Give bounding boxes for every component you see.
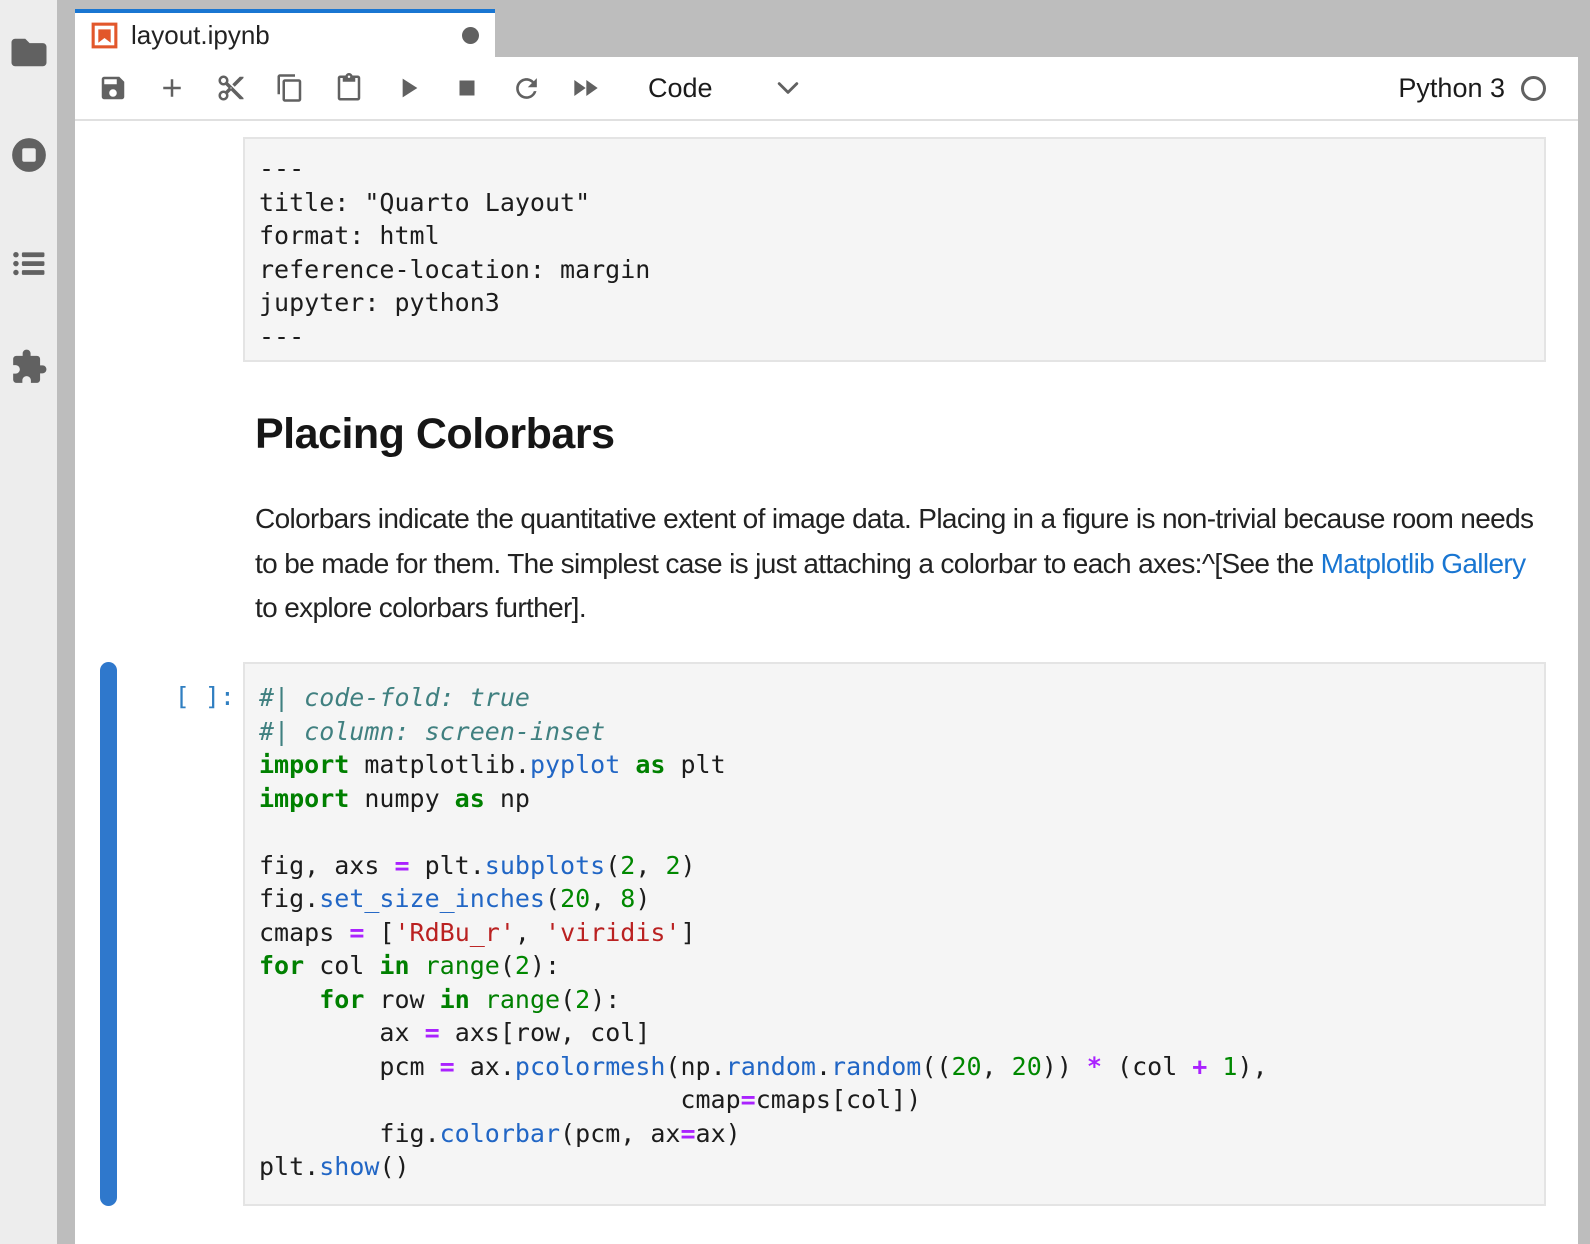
notebook-toolbar: Code Python 3 bbox=[75, 57, 1578, 121]
fast-forward-icon bbox=[569, 72, 601, 104]
cell-type-dropdown[interactable]: Code bbox=[648, 73, 799, 104]
code-line: --- bbox=[259, 320, 1530, 354]
paste-button[interactable] bbox=[333, 72, 365, 104]
restart-kernel-button[interactable] bbox=[510, 72, 542, 104]
code-line bbox=[259, 815, 1530, 849]
code-line: pcm = ax.pcolormesh(np.random.random((20… bbox=[259, 1050, 1530, 1084]
code-line: fig.colorbar(pcm, ax=ax) bbox=[259, 1117, 1530, 1151]
cut-button[interactable] bbox=[215, 72, 247, 104]
main-area: layout.ipynb bbox=[75, 0, 1578, 1244]
code-line: #| code-fold: true bbox=[259, 681, 1530, 715]
code-line: jupyter: python3 bbox=[259, 286, 1530, 320]
raw-cell-frontmatter[interactable]: ---title: "Quarto Layout"format: htmlref… bbox=[243, 137, 1546, 362]
notebook-icon bbox=[88, 19, 121, 52]
cell-type-value: Code bbox=[648, 73, 713, 104]
code-line: cmap=cmaps[col]) bbox=[259, 1083, 1530, 1117]
jupyterlab-window: layout.ipynb bbox=[0, 0, 1590, 1244]
save-button[interactable] bbox=[97, 72, 129, 104]
code-line: for col in range(2): bbox=[259, 949, 1530, 983]
code-line: ax = axs[row, col] bbox=[259, 1016, 1530, 1050]
matplotlib-gallery-link[interactable]: Matplotlib Gallery bbox=[1321, 548, 1526, 579]
interrupt-kernel-button[interactable] bbox=[451, 72, 483, 104]
clipboard-icon bbox=[334, 73, 364, 103]
markdown-heading: Placing Colorbars bbox=[255, 409, 1551, 459]
code-line: import numpy as np bbox=[259, 782, 1530, 816]
code-line: plt.show() bbox=[259, 1150, 1530, 1184]
stop-circle-icon bbox=[9, 135, 49, 175]
stop-icon bbox=[452, 73, 482, 103]
save-icon bbox=[98, 73, 128, 103]
code-line: --- bbox=[259, 152, 1530, 186]
puzzle-icon bbox=[10, 348, 48, 386]
scissors-icon bbox=[216, 73, 246, 103]
active-cell-indicator[interactable] bbox=[100, 662, 117, 1206]
tab-layout-ipynb[interactable]: layout.ipynb bbox=[75, 9, 495, 57]
kernel-status-icon[interactable] bbox=[1521, 76, 1546, 101]
right-edge bbox=[1578, 0, 1590, 1244]
copy-icon bbox=[275, 73, 305, 103]
code-cell[interactable]: #| code-fold: true#| column: screen-inse… bbox=[243, 662, 1546, 1206]
tab-bar: layout.ipynb bbox=[75, 0, 1578, 57]
tab-title: layout.ipynb bbox=[131, 20, 270, 51]
list-icon bbox=[10, 244, 48, 282]
code-line: title: "Quarto Layout" bbox=[259, 186, 1530, 220]
markdown-cell[interactable]: Placing Colorbars Colorbars indicate the… bbox=[255, 409, 1551, 631]
kernel-name[interactable]: Python 3 bbox=[1398, 73, 1505, 104]
folder-icon bbox=[9, 35, 49, 70]
raw-cell-editor: ---title: "Quarto Layout"format: htmlref… bbox=[259, 152, 1530, 353]
code-line: fig, axs = plt.subplots(2, 2) bbox=[259, 849, 1530, 883]
sidebar-divider bbox=[57, 0, 75, 1244]
refresh-icon bbox=[511, 73, 542, 104]
paragraph-text: to explore colorbars further]. bbox=[255, 592, 586, 623]
run-all-button[interactable] bbox=[569, 72, 601, 104]
copy-button[interactable] bbox=[274, 72, 306, 104]
play-icon bbox=[392, 72, 424, 104]
code-line: reference-location: margin bbox=[259, 253, 1530, 287]
code-line: format: html bbox=[259, 219, 1530, 253]
chevron-down-icon bbox=[777, 81, 799, 95]
code-line: fig.set_size_inches(20, 8) bbox=[259, 882, 1530, 916]
left-activity-bar bbox=[0, 0, 57, 1244]
code-line: import matplotlib.pyplot as plt bbox=[259, 748, 1530, 782]
notebook-content: ---title: "Quarto Layout"format: htmlref… bbox=[75, 121, 1578, 1244]
run-button[interactable] bbox=[392, 72, 424, 104]
code-line: cmaps = ['RdBu_r', 'viridis'] bbox=[259, 916, 1530, 950]
code-line: for row in range(2): bbox=[259, 983, 1530, 1017]
running-sessions-icon[interactable] bbox=[9, 135, 49, 175]
code-line: #| column: screen-inset bbox=[259, 715, 1530, 749]
markdown-paragraph: Colorbars indicate the quantitative exte… bbox=[255, 497, 1551, 631]
insert-cell-button[interactable] bbox=[156, 72, 188, 104]
cell-input-prompt: [ ]: bbox=[117, 680, 235, 714]
plus-icon bbox=[157, 73, 187, 103]
file-browser-icon[interactable] bbox=[9, 32, 49, 72]
extension-manager-icon[interactable] bbox=[9, 347, 49, 387]
code-cell-editor: #| code-fold: true#| column: screen-inse… bbox=[259, 681, 1530, 1184]
table-of-contents-icon[interactable] bbox=[9, 243, 49, 283]
unsaved-changes-dot bbox=[462, 27, 479, 44]
